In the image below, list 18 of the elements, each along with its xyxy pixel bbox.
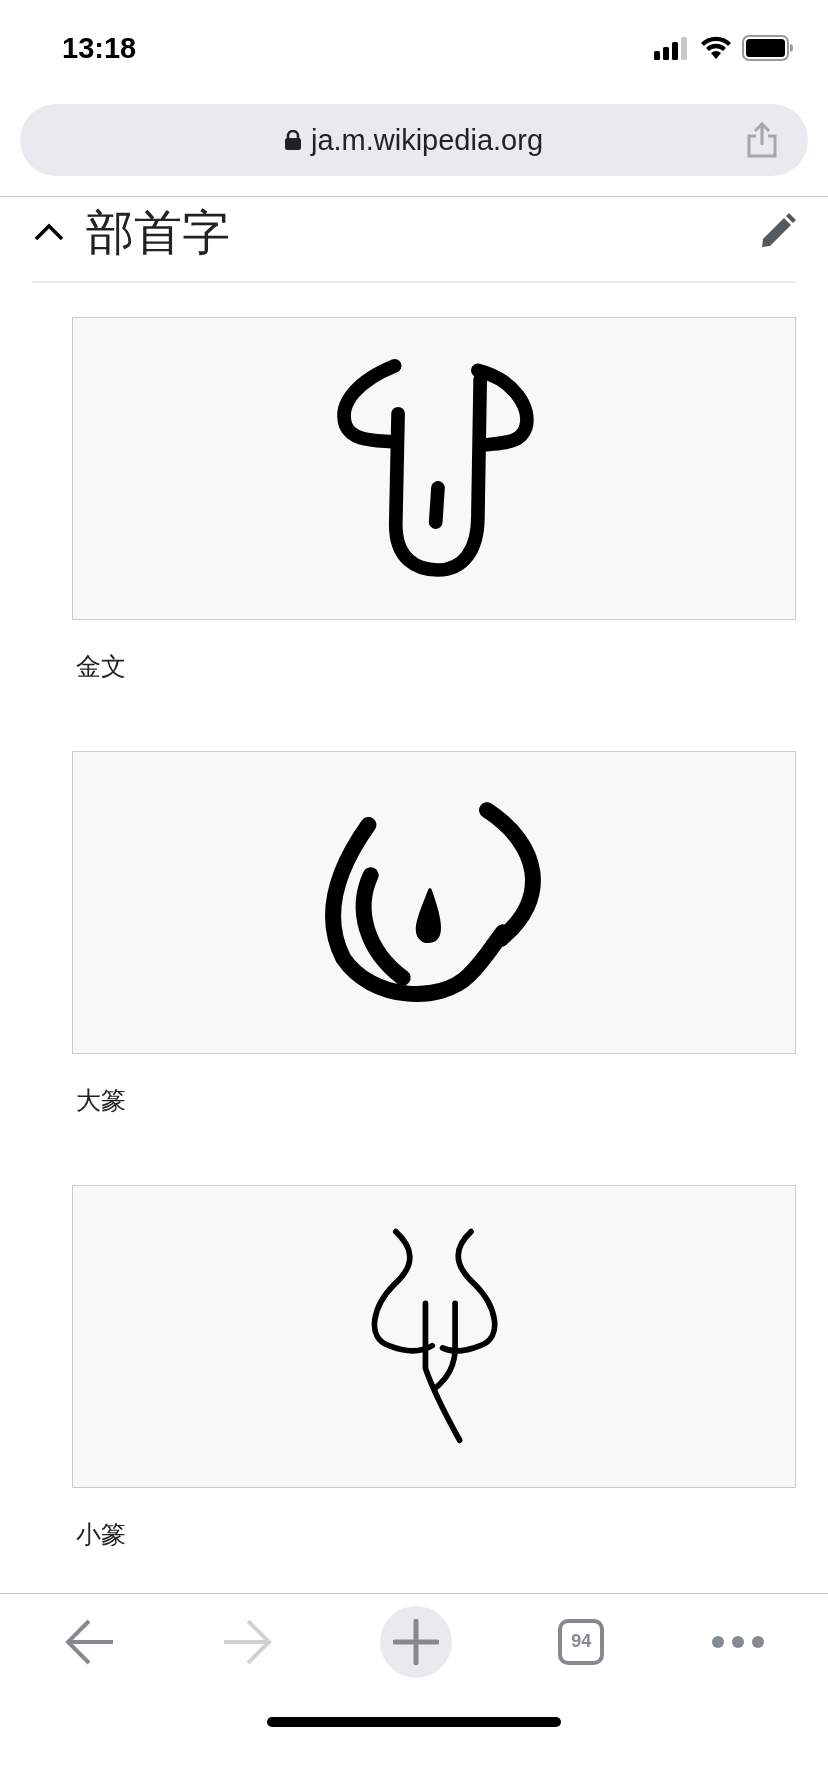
url-text: ja.m.wikipedia.org — [310, 123, 544, 157]
signal-icon — [654, 36, 690, 60]
image-frame[interactable] — [72, 317, 796, 620]
address-bar[interactable]: ja.m.wikipedia.org — [20, 104, 808, 176]
section-title: 部首字 — [86, 205, 231, 261]
battery-icon — [742, 35, 794, 61]
image-caption: 大篆 — [76, 1085, 126, 1116]
chevron-icon[interactable] — [34, 223, 64, 241]
clock-time: 13:18 — [62, 31, 137, 65]
image-caption: 金文 — [76, 651, 126, 682]
image-caption: 小篆 — [76, 1519, 126, 1550]
back-button[interactable] — [63, 1617, 116, 1666]
edit-icon[interactable] — [760, 213, 796, 249]
wifi-icon — [700, 36, 732, 60]
more-button[interactable] — [710, 1634, 765, 1649]
lock-icon — [284, 130, 301, 150]
image-frame[interactable] — [72, 751, 796, 1054]
share-icon[interactable] — [746, 122, 778, 158]
